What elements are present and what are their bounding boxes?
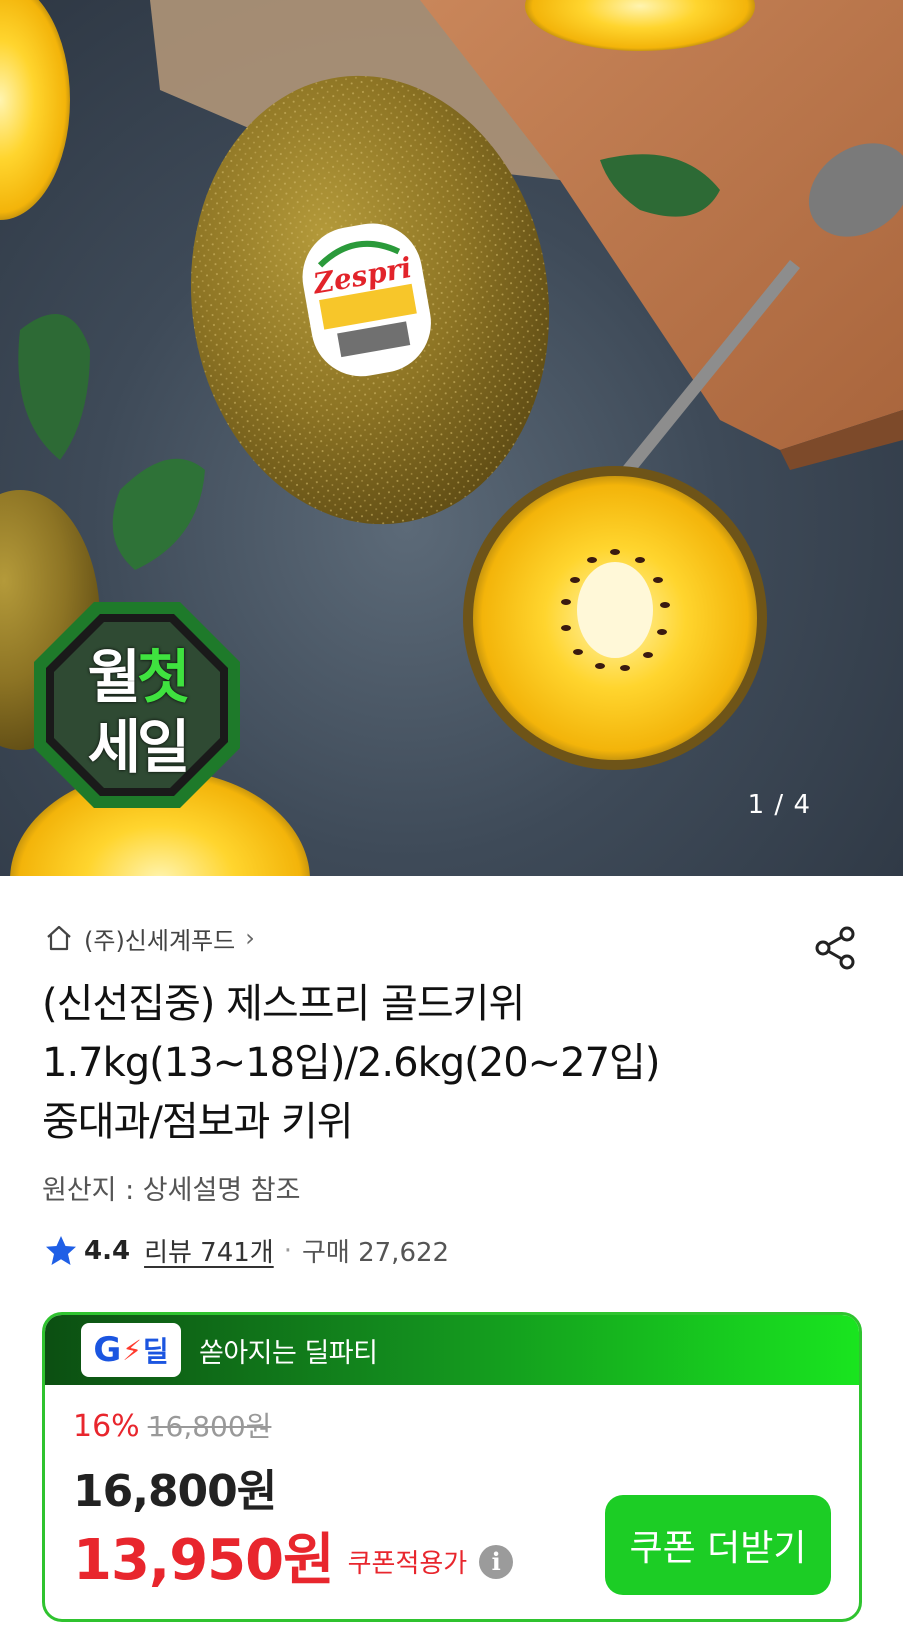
original-price: 16,800원 bbox=[147, 1410, 272, 1443]
review-count-link[interactable]: 리뷰 741개 bbox=[144, 1232, 274, 1269]
purchase-count: 구매 27,622 bbox=[301, 1238, 450, 1268]
coupon-price-row: 13,950원 쿠폰적용가 i bbox=[73, 1515, 514, 1596]
seller-breadcrumb[interactable]: (주)신세계푸드 › bbox=[44, 920, 255, 956]
monthly-sale-badge: 월첫 세일 bbox=[34, 602, 240, 808]
get-more-coupons-button[interactable]: 쿠폰 더받기 bbox=[605, 1495, 831, 1595]
gdeal-logo-deal: 딜 bbox=[142, 1335, 169, 1368]
separator-dot: · bbox=[283, 1235, 292, 1266]
product-title-line: (신선집중) 제스프리 골드키위 bbox=[42, 981, 525, 1027]
badge-text-sale: 세일 bbox=[87, 713, 191, 781]
star-icon bbox=[46, 1235, 76, 1265]
lightning-icon: ⚡ bbox=[122, 1333, 142, 1367]
image-page-counter: 1 / 4 bbox=[747, 790, 811, 820]
product-image-carousel[interactable]: Zespri 월첫 세일 1 / 4 bbox=[0, 0, 903, 876]
discount-rate: 16% bbox=[73, 1409, 140, 1444]
home-icon bbox=[47, 925, 71, 951]
chevron-right-icon: › bbox=[245, 924, 255, 952]
coupon-price-label: 쿠폰적용가 bbox=[347, 1549, 468, 1579]
share-icon[interactable] bbox=[811, 924, 859, 972]
coupon-price: 13,950원 bbox=[73, 1528, 335, 1593]
discount-row: 16% 16,800원 bbox=[73, 1405, 271, 1445]
product-title: (신선집중) 제스프리 골드키위 1.7kg(13~18입)/2.6kg(20~… bbox=[42, 975, 842, 1152]
seller-name: (주)신세계푸드 bbox=[84, 926, 236, 955]
info-icon[interactable]: i bbox=[479, 1544, 514, 1579]
price-area: 16% 16,800원 16,800원 13,950원 쿠폰적용가 i 쿠폰 더… bbox=[45, 1385, 859, 1619]
product-title-line: 1.7kg(13~18입)/2.6kg(20~27입) bbox=[42, 1040, 660, 1086]
gdeal-logo: G ⚡ 딜 bbox=[81, 1323, 181, 1377]
product-title-line: 중대과/점보과 키위 bbox=[42, 1099, 354, 1145]
rating-score: 4.4 bbox=[84, 1235, 131, 1266]
gdeal-logo-g: G bbox=[93, 1330, 122, 1370]
origin-info: 원산지 : 상세설명 참조 bbox=[42, 1175, 301, 1206]
sale-price: 16,800원 bbox=[73, 1466, 277, 1517]
deal-party-text: 쏟아지는 딜파티 bbox=[199, 1337, 378, 1369]
deal-header: G ⚡ 딜 쏟아지는 딜파티 bbox=[45, 1315, 859, 1385]
deal-card: G ⚡ 딜 쏟아지는 딜파티 16% 16,800원 16,800원 13,95… bbox=[42, 1312, 862, 1622]
rating-row: 4.4 리뷰 741개 · 구매 27,622 bbox=[44, 1232, 449, 1269]
